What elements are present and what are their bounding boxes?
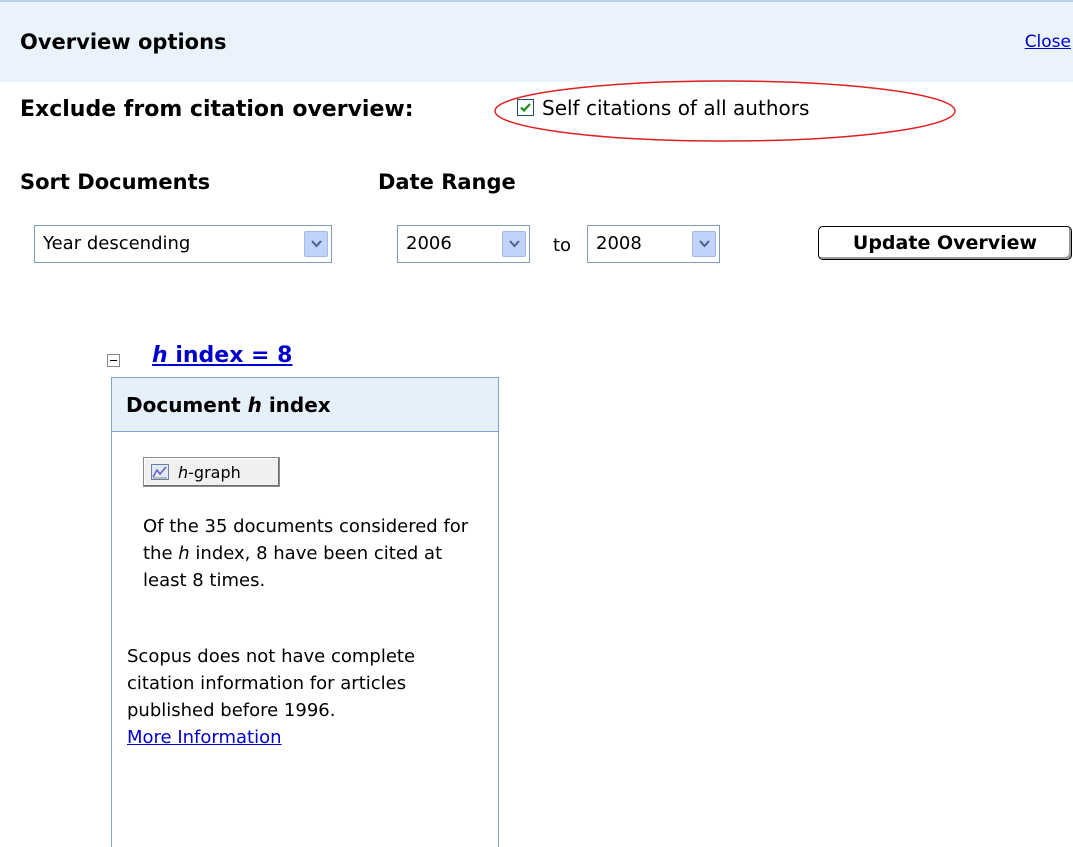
h-index-link[interactable]: h index = 8 xyxy=(152,343,292,368)
h-graph-label: h-graph xyxy=(178,463,241,482)
more-information-link[interactable]: More Information xyxy=(127,724,282,751)
h-graph-italic: h xyxy=(178,463,189,482)
date-from-value: 2006 xyxy=(406,233,452,254)
date-to-select[interactable]: 2008 xyxy=(587,225,720,263)
chart-icon xyxy=(151,464,169,480)
date-to-label: to xyxy=(553,235,572,256)
summary-italic: h xyxy=(178,543,190,564)
document-h-index-panel: Document h index h-graph Of the 35 docum… xyxy=(111,377,499,847)
h-graph-rest: -graph xyxy=(188,463,241,482)
checkmark-icon xyxy=(520,103,531,113)
close-link[interactable]: Close xyxy=(1025,32,1071,52)
title-post: index xyxy=(261,393,331,417)
chevron-down-icon xyxy=(502,231,526,257)
date-to-value: 2008 xyxy=(596,233,642,254)
title-italic: h xyxy=(247,393,262,417)
sort-select-value: Year descending xyxy=(43,233,191,254)
overview-options-panel: Overview options Close Exclude from cita… xyxy=(0,0,1073,296)
date-from-select[interactable]: 2006 xyxy=(397,225,530,263)
h-index-link-italic: h xyxy=(152,343,168,368)
update-overview-button[interactable]: Update Overview xyxy=(818,226,1072,260)
coverage-note-text: Scopus does not have complete citation i… xyxy=(127,646,416,721)
sort-documents-label: Sort Documents xyxy=(20,170,211,194)
h-graph-button[interactable]: h-graph xyxy=(143,457,280,487)
collapse-toggle-icon[interactable] xyxy=(107,354,120,367)
sort-select[interactable]: Year descending xyxy=(34,225,332,263)
coverage-note: Scopus does not have complete citation i… xyxy=(127,643,477,751)
document-h-index-header: Document h index xyxy=(112,378,498,432)
title-pre: Document xyxy=(126,393,248,417)
exclude-label: Exclude from citation overview: xyxy=(20,97,414,122)
self-citations-label: Self citations of all authors xyxy=(542,96,810,120)
chevron-down-icon xyxy=(692,231,716,257)
h-index-summary: Of the 35 documents considered for the h… xyxy=(143,513,473,594)
self-citations-checkbox[interactable] xyxy=(517,99,534,116)
chevron-down-icon xyxy=(304,231,328,257)
h-index-link-text: index = 8 xyxy=(167,343,293,368)
overview-options-title: Overview options xyxy=(20,30,227,54)
date-range-label: Date Range xyxy=(378,170,516,194)
document-h-index-title: Document h index xyxy=(126,393,331,417)
